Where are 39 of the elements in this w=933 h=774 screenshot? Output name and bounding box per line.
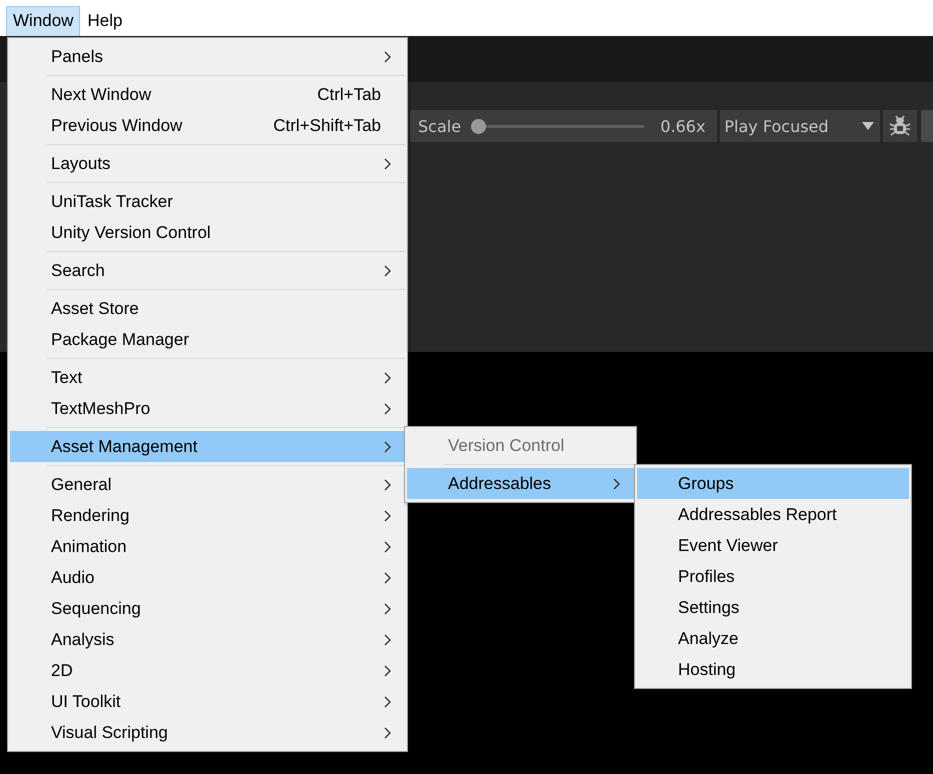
menu-item[interactable]: Profiles [637,561,909,592]
menu-item[interactable]: Addressables Report [637,499,909,530]
menu-item[interactable]: Sequencing [10,593,405,624]
menu-item[interactable]: Asset Store [10,293,405,324]
menu-item[interactable]: Event Viewer [637,530,909,561]
debug-button[interactable] [883,110,918,142]
menu-item[interactable]: Unity Version Control [10,217,405,248]
menu-item[interactable]: Hosting [637,654,909,685]
menu-item[interactable]: Analyze [637,623,909,654]
menu-item[interactable]: UniTask Tracker [10,186,405,217]
menu-item[interactable]: Asset Management [10,431,405,462]
scale-label: Scale [418,116,462,136]
menu-item[interactable]: UI Toolkit [10,686,405,717]
menu-item[interactable]: TextMeshPro [10,393,405,424]
shortcut-label: Ctrl+Shift+Tab [273,116,381,136]
menu-item[interactable]: Groups [637,468,909,499]
menu-item[interactable]: General [10,469,405,500]
caret-icon [862,122,874,130]
menu-item[interactable]: Layouts [10,148,405,179]
menu-item[interactable]: Animation [10,531,405,562]
menu-item[interactable]: Addressables [407,468,634,499]
slider-thumb[interactable] [471,118,486,134]
menu-item[interactable]: Search [10,255,405,286]
play-mode-dropdown[interactable]: Play Focused [720,110,880,142]
menu-item[interactable]: Package Manager [10,324,405,355]
menu-item[interactable]: 2D [10,655,405,686]
menu-item[interactable]: Audio [10,562,405,593]
menubar-item[interactable]: Help [80,6,130,37]
menu-item[interactable]: Settings [637,592,909,623]
menu-item[interactable]: Text [10,362,405,393]
menu-item[interactable]: Previous Window Ctrl+Shift+Tab [10,110,405,141]
menu-item[interactable]: Analysis [10,624,405,655]
menu-item[interactable]: Visual Scripting [10,717,405,748]
bug-icon [889,115,912,137]
shortcut-label: Ctrl+Tab [317,84,381,104]
menu-item[interactable]: Next Window Ctrl+Tab [10,79,405,110]
menubar-item[interactable]: Window [6,6,80,37]
scale-value: 0.66x [660,116,706,136]
menu-item[interactable]: Rendering [10,500,405,531]
